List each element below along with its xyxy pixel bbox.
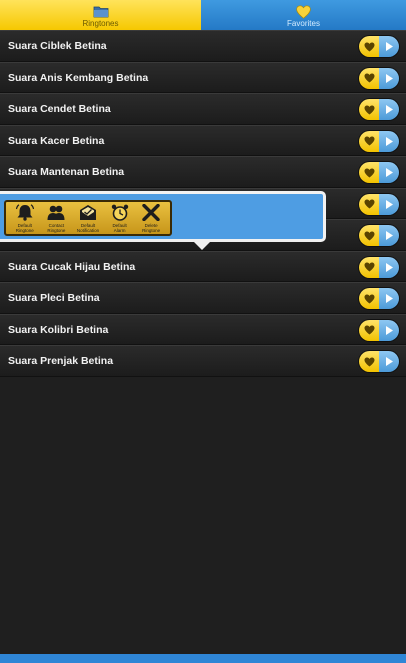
ringtone-title: Suara Ciblek Betina (8, 40, 107, 52)
favorite-button[interactable] (359, 162, 379, 183)
default-notification-action[interactable]: Default Notification (73, 204, 103, 233)
play-button[interactable] (379, 99, 399, 120)
bottom-bar (0, 654, 406, 663)
ringtone-title: Suara Prenjak Betina (8, 355, 114, 367)
list-item[interactable]: Suara Anis Kembang Betina (0, 61, 406, 93)
favorite-button[interactable] (359, 256, 379, 278)
row-actions (359, 67, 399, 89)
heart-icon (364, 73, 374, 83)
ringtone-title: Suara Pleci Betina (8, 292, 100, 304)
play-icon (385, 325, 393, 335)
ringtone-title: Suara Kacer Betina (8, 134, 105, 147)
contact-icon (47, 204, 65, 222)
play-icon (385, 262, 393, 272)
play-button[interactable] (379, 162, 399, 183)
row-actions (359, 351, 399, 372)
play-button[interactable] (379, 130, 399, 152)
action-label: Default Alarm (112, 222, 127, 233)
play-button[interactable] (379, 319, 399, 341)
play-icon (385, 294, 393, 303)
tab-label: Ringtones (82, 19, 119, 28)
row-actions (359, 256, 399, 278)
list-item[interactable]: Suara Kolibri Betina (0, 313, 406, 345)
heart-icon (364, 262, 374, 272)
list-item[interactable]: Suara Kacer Betina (0, 124, 406, 156)
heart-icon (364, 167, 374, 178)
ringtone-title: Suara Cucak Hijau Betina (8, 260, 136, 273)
row-actions (359, 225, 399, 246)
list-item[interactable]: Suara Mantenan Betina (0, 156, 406, 188)
heart-icon (364, 199, 374, 209)
default-ringtone-action[interactable]: Default Ringtone (10, 204, 40, 233)
tab-ringtones[interactable]: Ringtones (0, 0, 201, 30)
favorite-button[interactable] (359, 99, 379, 120)
play-icon (385, 73, 393, 83)
favorite-button[interactable] (359, 351, 379, 372)
row-actions (359, 130, 399, 152)
play-icon (385, 357, 393, 366)
favorite-button[interactable] (359, 67, 379, 89)
default-alarm-action[interactable]: Default Alarm (105, 204, 135, 233)
heart-icon (364, 325, 374, 335)
folder-icon (93, 4, 109, 19)
action-label: Default Notification (76, 222, 100, 233)
popup-pointer (194, 242, 210, 250)
play-icon (385, 199, 393, 209)
heart-icon (364, 293, 374, 304)
quick-action-bar: Default Ringtone Contact Ringtone Defaul… (4, 200, 172, 236)
row-actions (359, 288, 399, 309)
play-icon (385, 105, 393, 114)
play-button[interactable] (379, 36, 399, 57)
heart-icon (364, 356, 374, 367)
tab-favorites[interactable]: Favorites (201, 0, 406, 30)
play-button[interactable] (379, 67, 399, 89)
play-icon (385, 168, 393, 177)
play-button[interactable] (379, 225, 399, 246)
row-actions (359, 36, 399, 57)
play-button[interactable] (379, 288, 399, 309)
tab-bar: Ringtones Favorites (0, 0, 406, 30)
delete-ringtone-action[interactable]: Delete Ringtone (136, 204, 166, 233)
heart-icon (364, 136, 374, 146)
ringtone-bell-icon (15, 204, 34, 222)
list-item[interactable]: Suara Ciblek Betina (0, 30, 406, 62)
heart-icon (364, 104, 374, 115)
notification-icon (79, 204, 97, 222)
favorite-button[interactable] (359, 130, 379, 152)
row-actions (359, 99, 399, 120)
action-label: Delete Ringtone (142, 222, 161, 233)
play-button[interactable] (379, 193, 399, 215)
tab-label: Favorites (287, 19, 320, 28)
action-label: Contact Ringtone (47, 222, 66, 233)
heart-icon (364, 230, 374, 241)
play-button[interactable] (379, 351, 399, 372)
row-actions (359, 319, 399, 341)
list-item[interactable]: Suara Cucak Hijau Betina (0, 250, 406, 282)
favorite-button[interactable] (359, 225, 379, 246)
play-icon (385, 42, 393, 51)
alarm-clock-icon (111, 204, 129, 222)
ringtone-title: Suara Cendet Betina (8, 103, 111, 115)
contact-ringtone-action[interactable]: Contact Ringtone (41, 204, 71, 233)
favorite-button[interactable] (359, 319, 379, 341)
action-label: Default Ringtone (15, 222, 34, 233)
play-button[interactable] (379, 256, 399, 278)
list-item[interactable]: Suara Cendet Betina (0, 93, 406, 125)
favorite-button[interactable] (359, 288, 379, 309)
list-item[interactable]: Suara Pleci Betina (0, 282, 406, 314)
play-icon (385, 136, 393, 146)
row-actions (359, 162, 399, 183)
favorite-button[interactable] (359, 193, 379, 215)
play-icon (385, 231, 393, 240)
heart-icon (364, 41, 374, 52)
favorite-button[interactable] (359, 36, 379, 57)
close-x-icon (142, 204, 160, 222)
row-actions (359, 193, 399, 215)
quick-action-popup: Default Ringtone Contact Ringtone Defaul… (0, 191, 326, 250)
list-item[interactable]: Suara Prenjak Betina (0, 345, 406, 377)
ringtone-title: Suara Mantenan Betina (8, 166, 125, 178)
heart-icon (296, 4, 311, 19)
ringtone-title: Suara Anis Kembang Betina (8, 71, 149, 84)
ringtone-title: Suara Kolibri Betina (8, 323, 109, 336)
